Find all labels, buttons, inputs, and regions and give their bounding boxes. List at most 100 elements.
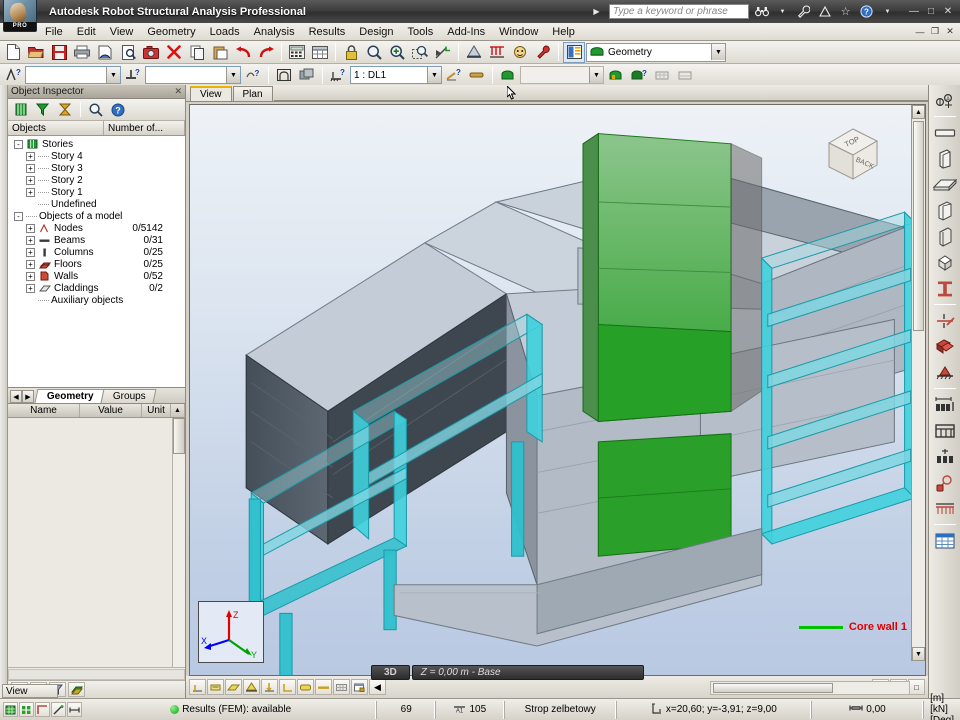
release-icon[interactable] (932, 308, 958, 333)
mdi-minimize-button[interactable]: — (913, 25, 927, 38)
menu-item-loads[interactable]: Loads (203, 25, 247, 39)
column-objects[interactable]: Objects (8, 121, 104, 135)
tab-scroll-right[interactable]: ▶ (22, 390, 34, 403)
zoom-icon[interactable] (363, 42, 385, 63)
layers-icon[interactable] (11, 100, 31, 119)
dim-icon[interactable] (67, 702, 82, 717)
status-results[interactable]: Results (FEM): available (85, 701, 377, 719)
prop-col-unit[interactable]: Unit (142, 404, 171, 417)
scroll-up-button[interactable]: ▲ (912, 105, 925, 119)
tab-plan[interactable]: Plan (233, 86, 273, 101)
support-tool-icon[interactable] (932, 360, 958, 385)
calculations-icon[interactable] (286, 42, 308, 63)
tree-item-story-1[interactable]: + Story 1 (10, 186, 185, 198)
save-icon[interactable] (48, 42, 70, 63)
properties-hscrollbar[interactable] (8, 667, 185, 680)
expand-arrow-icon[interactable]: ▶ (588, 4, 605, 20)
tab-groups[interactable]: Groups (100, 389, 156, 403)
expander-icon[interactable]: + (26, 284, 35, 293)
tree-item-beams[interactable]: + Beams 0/31 (10, 234, 185, 246)
bar-combo[interactable]: ▼ (145, 66, 241, 84)
prop-scroll-up-icon[interactable]: ▲ (171, 404, 185, 417)
view-shade-icon[interactable] (315, 679, 332, 695)
chevron-down-icon-3[interactable]: ▼ (226, 67, 240, 83)
expander-icon[interactable]: + (26, 164, 35, 173)
expander-icon[interactable]: + (26, 236, 35, 245)
dimension-icon[interactable] (932, 392, 958, 417)
menu-item-help[interactable]: Help (545, 25, 582, 39)
delete-icon[interactable] (163, 42, 185, 63)
axis-icon[interactable] (932, 444, 958, 469)
tab-scroll-left[interactable]: ◀ (10, 390, 22, 403)
tree-item-objects-of-a-model[interactable]: - Objects of a model (10, 210, 185, 222)
tree-item-columns[interactable]: + Columns 0/25 (10, 246, 185, 258)
node-query-icon[interactable]: ? (2, 65, 24, 86)
select-icon[interactable] (432, 42, 454, 63)
menu-item-edit[interactable]: Edit (70, 25, 103, 39)
search-dropdown-icon[interactable]: ▼ (774, 4, 791, 20)
view-loads-icon[interactable] (261, 679, 278, 695)
view-symbols-icon[interactable] (279, 679, 296, 695)
copy-icon[interactable] (186, 42, 208, 63)
maximize-button[interactable]: □ (923, 5, 939, 19)
nodes-tool-icon[interactable]: A (932, 88, 958, 113)
view-panels-icon[interactable] (297, 679, 314, 695)
close-icon[interactable]: ✕ (174, 86, 182, 97)
layers2-icon[interactable] (68, 682, 85, 697)
view-grid-icon[interactable] (651, 65, 673, 86)
help-circle-icon[interactable]: ? (858, 4, 875, 20)
scroll-down-button[interactable]: ▼ (912, 647, 925, 661)
view-cube[interactable]: TOP BACK (821, 123, 883, 185)
tree-item-undefined[interactable]: Undefined (10, 198, 185, 210)
tree-item-floors[interactable]: + Floors 0/25 (10, 258, 185, 270)
cladding-tool-icon[interactable] (932, 334, 958, 359)
tables-icon[interactable] (309, 42, 331, 63)
view-mode-button[interactable]: 3D (371, 665, 410, 680)
help-dropdown-icon[interactable]: ▼ (879, 4, 896, 20)
paste-icon[interactable] (209, 42, 231, 63)
lock-icon[interactable] (340, 42, 362, 63)
view-all-icon[interactable]: ? (628, 65, 650, 86)
open-icon[interactable] (25, 42, 47, 63)
menu-item-analysis[interactable]: Analysis (247, 25, 302, 39)
close-button[interactable]: ✕ (940, 5, 956, 19)
tree-item-stories[interactable]: - Stories (10, 138, 185, 150)
prop-col-name[interactable]: Name (8, 404, 80, 417)
view-sections-icon[interactable] (225, 679, 242, 695)
load-diagram-icon[interactable]: ? (443, 65, 465, 86)
viewport-hscroll-thumb[interactable] (713, 683, 833, 693)
table-icon[interactable] (932, 528, 958, 553)
filter-icon[interactable] (33, 100, 53, 119)
tree-item-claddings[interactable]: + Claddings 0/2 (10, 282, 185, 294)
snap-icon[interactable] (19, 702, 34, 717)
tree-item-story-4[interactable]: + Story 4 (10, 150, 185, 162)
print-icon[interactable] (71, 42, 93, 63)
print-setup-icon[interactable] (117, 42, 139, 63)
story-icon[interactable] (932, 418, 958, 443)
scrollbar-thumb[interactable] (173, 418, 185, 454)
node-combo[interactable]: ▼ (25, 66, 121, 84)
settings-icon[interactable] (532, 42, 554, 63)
find-icon[interactable] (86, 100, 106, 119)
viewport-vscrollbar[interactable]: ▲ ▼ (911, 105, 925, 661)
redo-icon[interactable] (255, 42, 277, 63)
expander-icon[interactable]: + (26, 188, 35, 197)
properties-vscrollbar[interactable] (172, 418, 185, 667)
tab-geometry[interactable]: Geometry (35, 389, 105, 403)
menu-item-file[interactable]: File (38, 25, 70, 39)
expander-icon[interactable]: + (26, 176, 35, 185)
chevron-down-icon-4[interactable]: ▼ (427, 67, 441, 83)
tree-item-nodes[interactable]: + Nodes 0/5142 (10, 222, 185, 234)
menu-item-geometry[interactable]: Geometry (140, 25, 202, 39)
section-query-icon[interactable]: ? (242, 65, 264, 86)
bar-tool-icon[interactable] (932, 120, 958, 145)
load-case-icon[interactable]: ? (327, 65, 349, 86)
model-canvas-frame[interactable]: TOP BACK Core wall 1 (189, 104, 926, 676)
view-dim-icon[interactable] (189, 679, 206, 695)
mdi-close-button[interactable]: ✕ (943, 25, 957, 38)
supports-icon[interactable] (463, 42, 485, 63)
track-icon[interactable] (51, 702, 66, 717)
loads-icon[interactable] (486, 42, 508, 63)
expander-icon[interactable]: - (14, 212, 23, 221)
menu-item-tools[interactable]: Tools (401, 25, 441, 39)
